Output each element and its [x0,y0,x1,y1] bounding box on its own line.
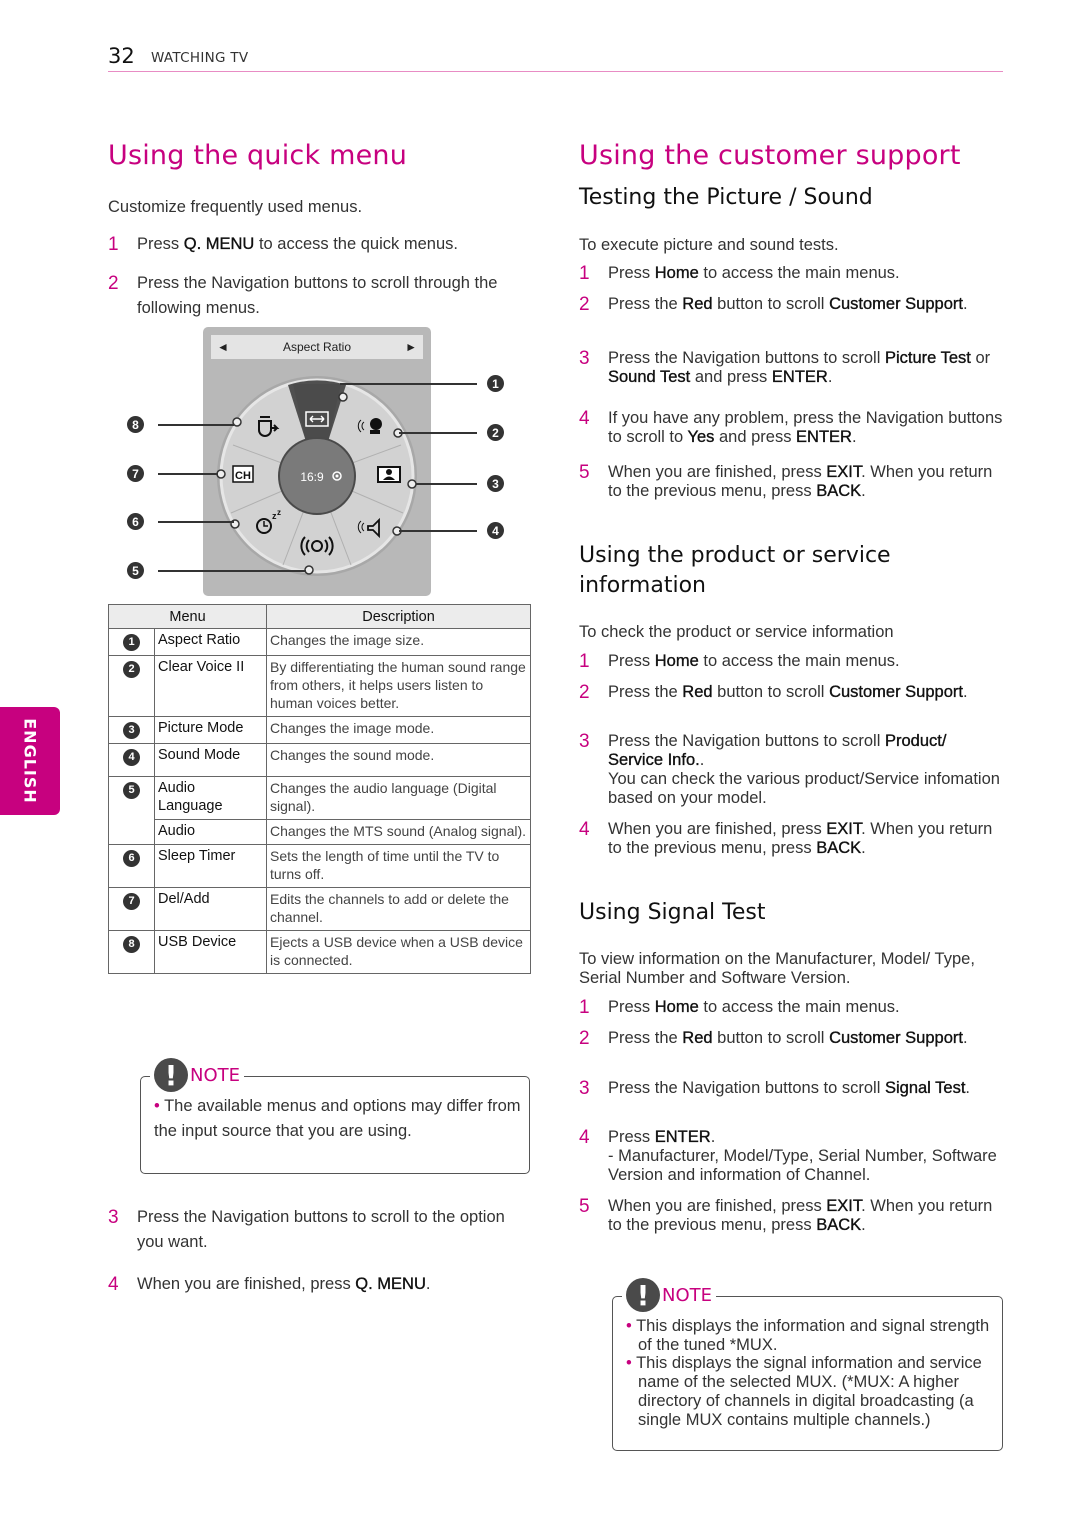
quick-menu-step-1: 1 Press Q. MENU to access the quick menus… [108,234,458,255]
exclamation-icon: ! [626,1278,660,1312]
picture-sound-title: Testing the Picture / Sound [579,185,873,210]
ch-icon: CH [232,465,254,483]
callout-line-1 [340,383,477,385]
callout-4: 4 [487,522,504,539]
table-row: 7 Del/Add Edits the channels to add or d… [108,887,531,931]
quick-menu-title-bar: ◄ Aspect Ratio ► [211,335,423,359]
signal-test-title: Using Signal Test [579,900,766,925]
quick-menu-current-item: Aspect Ratio [282,340,352,354]
svg-text:CH: CH [235,470,251,482]
quick-menu-table: Menu Description 1 Aspect Ratio Changes … [108,604,531,974]
callout-line-3 [416,483,477,485]
product-info-step-2: 2 Press the Red button to scroll Customer… [579,682,968,703]
quick-menu-title: Using the quick menu [108,140,408,171]
chapter-title: WATCHING TV [151,50,249,66]
picture-sound-step-2: 2 Press the Red button to scroll Customer… [579,294,968,315]
picture-sound-step-5: 5 When you are finished, press EXIT. When… [579,462,993,500]
picture-sound-intro: To execute picture and sound tests. [579,236,839,254]
callout-8: 8 [127,416,144,433]
note-text: • This displays the information and sign… [626,1317,990,1429]
callout-line-7 [158,473,218,475]
signal-test-step-5: 5 When you are finished, press EXIT. When… [579,1196,993,1234]
table-row: 2 Clear Voice II By differentiating the … [108,655,531,717]
callout-line-6 [158,521,234,523]
quick-menu-diagram: ◄ Aspect Ratio ► 16:9 zz CH [203,327,431,596]
product-info-intro: To check the product or service informat… [579,623,894,641]
dial-center-value: 16:9 [300,470,324,484]
callout-1: 1 [487,375,504,392]
quick-menu-step-3: 3 Press the Navigation buttons to scroll … [108,1207,505,1251]
product-info-step-3: 3 Press the Navigation buttons to scroll … [579,731,1000,807]
signal-test-step-3: 3 Press the Navigation buttons to scroll … [579,1078,970,1099]
picture-mode-icon [377,466,401,483]
exclamation-icon: ! [154,1058,188,1092]
table-row: 1 Aspect Ratio Changes the image size. [108,628,531,656]
signal-test-step-2: 2 Press the Red button to scroll Customer… [579,1028,968,1049]
note-header: ! NOTE [150,1058,245,1092]
signal-test-step-4: 4 Press ENTER. - Manufacturer, Model/Type,… [579,1127,997,1184]
callout-7: 7 [127,465,144,482]
page-number: 32 [108,44,135,68]
callout-line-8 [158,424,234,426]
product-info-step-1: 1 Press Home to access the main menus. [579,651,900,672]
svg-text:z: z [277,508,281,517]
table-header-description: Description [266,604,531,629]
quick-menu-step-2: 2 Press the Navigation buttons to scroll … [108,273,498,317]
language-tab-label: ENGLISH [20,718,40,804]
product-info-step-4: 4 When you are finished, press EXIT. When… [579,819,993,857]
left-arrow-icon[interactable]: ◄ [217,340,229,354]
callout-2: 2 [487,424,504,441]
table-row: Audio Changes the MTS sound (Analog sign… [109,819,531,845]
table-row: 3 Picture Mode Changes the image mode. [108,716,531,744]
callout-line-4 [399,530,477,532]
callout-3: 3 [487,475,504,492]
callout-5: 5 [127,562,144,579]
table-row: 6 Sleep Timer Sets the length of time un… [108,844,531,888]
quick-menu-intro: Customize frequently used menus. [108,198,363,216]
table-header-menu: Menu [108,604,267,629]
callout-line-2 [399,432,477,434]
quick-menu-dial: 16:9 zz CH [216,376,417,576]
callout-6: 6 [127,513,144,530]
picture-sound-step-1: 1 Press Home to access the main menus. [579,263,900,284]
note-text: • The available menus and options may di… [154,1097,521,1140]
quick-menu-step-4: 4 When you are finished, press Q. MENU. [108,1274,431,1295]
product-info-title: Using the product or service information [579,543,891,598]
table-row: 4 Sound Mode Changes the sound mode. [108,743,531,777]
right-arrow-icon[interactable]: ► [405,340,417,354]
language-tab: ENGLISH [0,707,60,815]
page-header: 32 WATCHING TV [108,44,1003,72]
table-row: 5 Audio Language Changes the audio langu… [108,776,531,845]
picture-sound-step-4: 4 If you have any problem, press the Navi… [579,408,1003,446]
table-row: 8 USB Device Ejects a USB device when a … [108,930,531,974]
note-header: ! NOTE [622,1278,717,1312]
picture-sound-step-3: 3 Press the Navigation buttons to scroll … [579,348,991,386]
customer-support-title: Using the customer support [579,140,961,171]
signal-test-step-1: 1 Press Home to access the main menus. [579,997,900,1018]
callout-line-5 [158,570,306,572]
signal-test-intro: To view information on the Manufacturer,… [579,950,975,987]
